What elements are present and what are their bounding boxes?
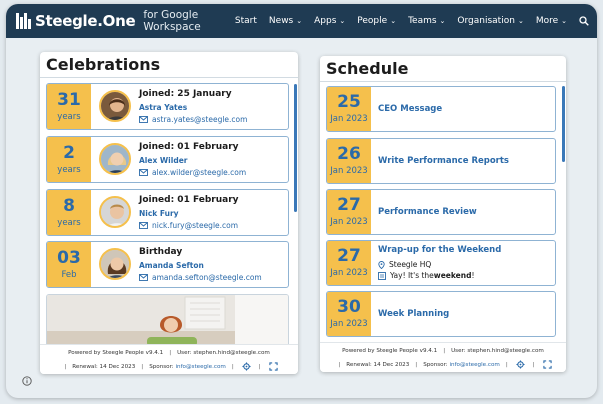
nav-item-teams[interactable]: Teams ⌄ [408,16,445,26]
info-icon[interactable] [22,376,32,386]
person-name-link[interactable]: Astra Yates [139,103,187,112]
footer-meta: | Renewal: 14 Dec 2023 | Sponsor: info@s… [40,362,298,371]
celebration-badge: 2 years [47,137,91,182]
celebration-title: Joined: 25 January [139,89,232,99]
celebration-card[interactable]: 31 years Joined: 25 January Astra Yates … [46,83,289,130]
steegle-logo-icon [16,13,31,29]
schedule-event[interactable]: 27 Jan 2023 Wrap-up for the Weekend Stee… [326,240,556,286]
event-title-link[interactable]: Performance Review [378,207,477,217]
sponsor-email-link[interactable]: info@steegle.com [175,364,225,370]
person-name-link[interactable]: Nick Fury [139,209,179,218]
panel-footer: Powered by Steegle People v9.4.1 | User: s… [320,342,566,372]
footer-info: Powered by Steegle People v9.4.1 | User: s… [342,348,544,354]
celebration-title: Joined: 01 February [139,142,239,152]
schedule-event[interactable]: 25 Jan 2023 CEO Message [326,86,556,132]
avatar [99,248,131,280]
chevron-down-icon: ⌄ [296,17,303,25]
schedule-event[interactable]: 30 Jan 2023 Week Planning [326,291,556,337]
avatar [99,90,131,122]
person-name-link[interactable]: Amanda Sefton [139,261,204,270]
brand[interactable]: Steegle.One for Google Workspace [16,9,223,33]
fullscreen-icon[interactable] [542,360,552,369]
celebration-badge: 8 years [47,190,91,235]
event-description: Yay! It's the weekend! [378,271,475,280]
event-date-badge: 30 Jan 2023 [327,292,371,336]
location-pin-icon [378,260,385,269]
app-window: Steegle.One for Google Workspace Start N… [6,4,597,398]
note-icon [378,271,386,280]
panel-divider [40,77,298,78]
email-link[interactable]: astra.yates@steegle.com [139,115,247,124]
mail-icon [139,169,148,176]
main-nav: Start News ⌄ Apps ⌄ People ⌄ Teams ⌄ Organis… [223,16,589,26]
celebrations-panel: Celebrations 31 years Joined: 25 January… [40,52,298,374]
panel-footer: Powered by Steegle People v9.4.1 | User: s… [40,344,298,374]
mail-icon [139,274,148,281]
sponsor-email-link[interactable]: info@steegle.com [449,362,499,368]
schedule-event[interactable]: 26 Jan 2023 Write Performance Reports [326,138,556,184]
avatar [99,196,131,228]
chevron-down-icon: ⌄ [339,17,346,25]
settings-gear-icon[interactable] [242,362,251,371]
celebration-badge: 03 Feb [47,242,91,287]
celebration-badge: 31 years [47,84,91,129]
schedule-title: Schedule [326,59,409,78]
nav-item-more[interactable]: More ⌄ [536,16,567,26]
scrollbar[interactable] [294,84,297,212]
celebration-title: Joined: 01 February [139,195,239,205]
footer-meta: | Renewal: 14 Dec 2023 | Sponsor: info@s… [320,360,566,369]
panel-divider [320,81,566,82]
top-navigation-bar: Steegle.One for Google Workspace Start N… [6,4,597,38]
event-date-badge: 27 Jan 2023 [327,241,371,285]
event-title-link[interactable]: Write Performance Reports [378,156,509,166]
nav-item-news[interactable]: News ⌄ [269,16,302,26]
mail-icon [139,116,148,123]
footer-info: Powered by Steegle People v9.4.1 | User: s… [68,350,270,356]
nav-item-apps[interactable]: Apps ⌄ [314,16,345,26]
celebration-card[interactable]: 2 years Joined: 01 February Alex Wilder … [46,136,289,183]
event-title-link[interactable]: CEO Message [378,104,442,114]
event-title-link[interactable]: Week Planning [378,309,449,319]
avatar [99,143,131,175]
search-icon[interactable] [579,16,589,26]
event-date-badge: 25 Jan 2023 [327,87,371,131]
settings-gear-icon[interactable] [516,360,525,369]
schedule-panel: Schedule 25 Jan 2023 CEO Message 26 Jan … [320,56,566,372]
fullscreen-icon[interactable] [268,362,278,371]
email-link[interactable]: amanda.sefton@steegle.com [139,273,262,282]
event-location: Steegle HQ [378,260,431,269]
nav-item-people[interactable]: People ⌄ [357,16,396,26]
chevron-down-icon: ⌄ [517,17,524,25]
scrollbar[interactable] [562,86,565,162]
chevron-down-icon: ⌄ [390,17,397,25]
chevron-down-icon: ⌄ [439,17,446,25]
celebration-card[interactable]: 8 years Joined: 01 February Nick Fury ni… [46,189,289,236]
email-link[interactable]: nick.fury@steegle.com [139,221,238,230]
celebrations-title: Celebrations [46,55,161,74]
celebration-card[interactable]: 03 Feb Birthday Amanda Sefton amanda.sef… [46,241,289,288]
chevron-down-icon: ⌄ [561,17,567,25]
nav-item-start[interactable]: Start [235,16,257,26]
celebration-photo-card[interactable] [46,294,289,350]
nav-item-organisation[interactable]: Organisation ⌄ [457,16,523,26]
event-title-link[interactable]: Wrap-up for the Weekend [378,245,501,255]
mail-icon [139,222,148,229]
event-date-badge: 27 Jan 2023 [327,190,371,234]
brand-name: Steegle.One [35,12,136,30]
email-link[interactable]: alex.wilder@steegle.com [139,168,246,177]
schedule-event[interactable]: 27 Jan 2023 Performance Review [326,189,556,235]
celebration-title: Birthday [139,247,183,257]
celebration-photo [47,295,288,349]
brand-subtitle: for Google Workspace [143,9,201,33]
event-date-badge: 26 Jan 2023 [327,139,371,183]
person-name-link[interactable]: Alex Wilder [139,156,187,165]
